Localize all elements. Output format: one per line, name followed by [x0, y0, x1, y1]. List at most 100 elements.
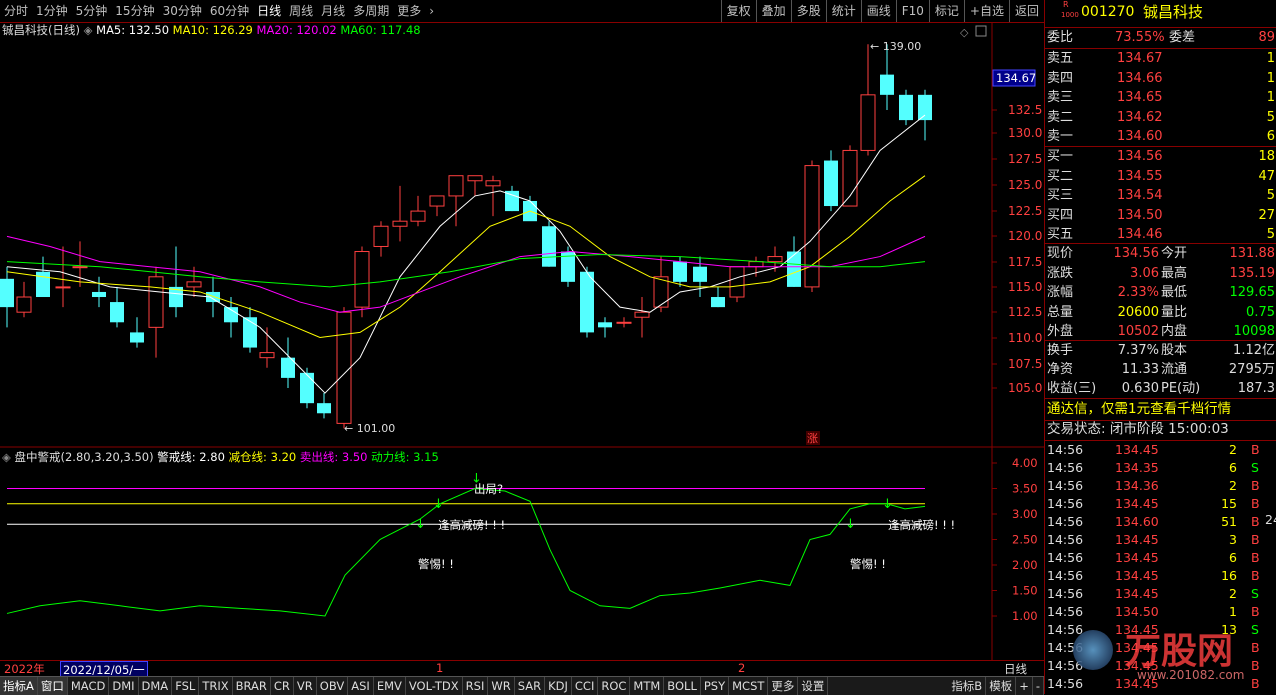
- quote-text: 现价: [1047, 246, 1074, 261]
- quote-text: 129.65: [1229, 285, 1276, 300]
- indicator-tab-right[interactable]: +: [1016, 677, 1033, 695]
- toolbar-button[interactable]: 统计: [825, 0, 861, 22]
- period-tab[interactable]: 60分钟: [206, 0, 253, 22]
- indicator-tab[interactable]: 设置: [798, 677, 829, 695]
- order-label: 卖四: [1047, 70, 1074, 86]
- indicator-tab[interactable]: BOLL: [664, 677, 701, 695]
- indicator-tab[interactable]: MACD: [68, 677, 110, 695]
- tick-volume: 2: [1229, 586, 1237, 601]
- indicator-tab[interactable]: CR: [271, 677, 294, 695]
- kline-chart[interactable]: 132.5 130.0 127.5 125.0 122.5 120.0 117.5 115.0…: [0, 22, 1044, 662]
- tick-volume: 6: [1229, 460, 1237, 475]
- indicator-tab[interactable]: DMA: [139, 677, 173, 695]
- ad-link[interactable]: 通达信，仅需1元查看千档行情: [1047, 400, 1231, 419]
- toolbar-button[interactable]: +自选: [963, 0, 1009, 22]
- tick-side: B: [1251, 514, 1260, 529]
- candle: [542, 221, 556, 267]
- indicator-tab[interactable]: VR: [294, 677, 317, 695]
- indicator-tab[interactable]: FSL: [172, 677, 200, 695]
- diamond-icon[interactable]: ◇: [960, 26, 969, 39]
- indicator-tab[interactable]: EMV: [374, 677, 406, 695]
- indicator-legend-item: 卖出线: 3.50: [300, 450, 371, 464]
- indicator-tab[interactable]: MCST: [729, 677, 769, 695]
- indicator-tab[interactable]: VOL-TDX: [406, 677, 463, 695]
- indicator-tab[interactable]: SAR: [515, 677, 546, 695]
- year-label: 2022年: [4, 662, 45, 676]
- tick-extra: 24: [1265, 512, 1276, 527]
- indicator-tab-right[interactable]: 模板: [986, 677, 1017, 695]
- stock-code: 001270: [1081, 4, 1135, 20]
- tick-price: 134.36: [1115, 478, 1159, 493]
- candle: [410, 195, 426, 227]
- window-icon[interactable]: [975, 25, 987, 37]
- chevron-right-icon[interactable]: ›: [425, 0, 438, 22]
- indicator-tab[interactable]: 更多: [768, 677, 799, 695]
- order-price: 134.60: [1117, 129, 1163, 144]
- quote-row: 卖三 134.65 1: [1045, 88, 1276, 107]
- order-label: 卖三: [1047, 90, 1074, 105]
- quote-row: 买五 134.46 5: [1045, 225, 1276, 244]
- divider: [1045, 398, 1276, 399]
- indicator-tab-right[interactable]: 指标B: [948, 677, 987, 695]
- candle: [392, 185, 408, 242]
- order-volume: 5: [1266, 109, 1275, 125]
- candle: [259, 327, 275, 368]
- indicator-tab[interactable]: PSY: [701, 677, 730, 695]
- indicator-tab[interactable]: TRIX: [199, 677, 233, 695]
- indicator-tab[interactable]: CCI: [572, 677, 599, 695]
- toolbar-button[interactable]: F10: [895, 0, 929, 22]
- indicator-tab[interactable]: OBV: [317, 677, 349, 695]
- toolbar-button[interactable]: 标记: [928, 0, 964, 22]
- period-tab[interactable]: 1分钟: [32, 0, 72, 22]
- period-tab[interactable]: 15分钟: [111, 0, 158, 22]
- period-tab[interactable]: 日线: [253, 0, 285, 22]
- indicator-tab[interactable]: WR: [488, 677, 515, 695]
- order-price: 134.62: [1117, 109, 1163, 125]
- order-label: 买一: [1047, 149, 1074, 164]
- indicator-tab[interactable]: RSI: [463, 677, 489, 695]
- toolbar-button[interactable]: 叠加: [755, 0, 791, 22]
- quote-text: 总量: [1047, 304, 1074, 320]
- period-tab[interactable]: 周线: [285, 0, 317, 22]
- period-tab[interactable]: 分时: [0, 0, 32, 22]
- candle: [711, 286, 725, 308]
- toolbar-button[interactable]: 返回: [1008, 0, 1044, 22]
- tick-time: 14:56: [1047, 514, 1084, 529]
- quote-text: 内盘: [1161, 324, 1188, 339]
- tick-price: 134.45: [1115, 568, 1159, 583]
- toolbar-button[interactable]: 复权: [720, 0, 756, 22]
- toolbar-button[interactable]: 画线: [860, 0, 896, 22]
- indicator-tab[interactable]: KDJ: [545, 677, 572, 695]
- period-tab[interactable]: 多周期: [349, 0, 393, 22]
- order-volume: 1: [1266, 90, 1275, 105]
- period-tab[interactable]: 更多: [393, 0, 425, 22]
- indicator-tab[interactable]: DMI: [109, 677, 139, 695]
- tick-row: 14:56 134.35 6 S: [1045, 459, 1276, 477]
- indicator-tab[interactable]: ROC: [598, 677, 631, 695]
- quote-row: 净资 11.33 流通 2795万: [1045, 360, 1276, 379]
- candle: [169, 246, 183, 318]
- candle: [110, 286, 124, 328]
- period-tab[interactable]: 5分钟: [72, 0, 112, 22]
- quote-text: 外盘: [1047, 324, 1074, 339]
- price-tick-label: 117.5: [1008, 255, 1042, 269]
- globe-icon: [1073, 630, 1113, 670]
- period-tab[interactable]: 30分钟: [159, 0, 206, 22]
- tick-time: 14:56: [1047, 532, 1084, 547]
- quote-text: 187.3: [1237, 381, 1275, 396]
- indicator-tab[interactable]: 指标A: [0, 677, 38, 695]
- period-tab[interactable]: 月线: [317, 0, 349, 22]
- indicator-tab[interactable]: MTM: [630, 677, 665, 695]
- order-volume: 1: [1266, 70, 1275, 86]
- indicator-legend: ◈ 盘中警戒(2.80,3.20,3.50) 警戒线: 2.80 减仓线: 3.…: [2, 450, 439, 464]
- quote-text: 最低: [1161, 285, 1188, 300]
- indicator-tab-right[interactable]: -: [1033, 677, 1044, 695]
- candle: [0, 266, 14, 328]
- indicator-tab[interactable]: ASI: [348, 677, 374, 695]
- indicator-tab[interactable]: BRAR: [233, 677, 271, 695]
- toolbar-button[interactable]: 多股: [790, 0, 826, 22]
- indicator-tab[interactable]: 窗口: [37, 677, 68, 695]
- indicator-tabs: 指标A 窗口 MACD DMI DMA FSL TRIX BRAR CR VR OBV ASI EMV V…: [0, 676, 1044, 695]
- order-volume: 18: [1258, 149, 1275, 164]
- candle: [448, 175, 464, 227]
